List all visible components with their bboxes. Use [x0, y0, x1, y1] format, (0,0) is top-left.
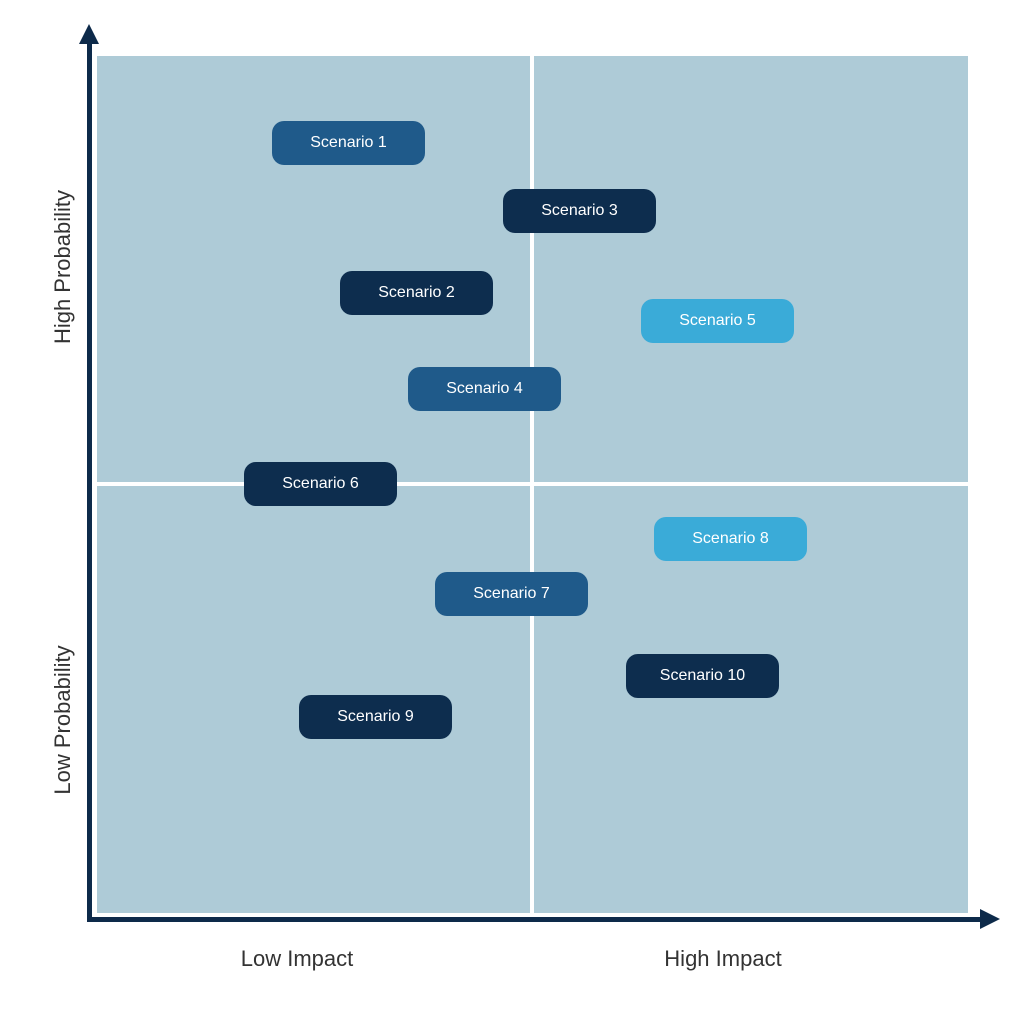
quadrant-high-probability-high-impact: [534, 56, 968, 482]
x-axis-arrow-icon: [980, 909, 1000, 929]
scenario-5-chip[interactable]: Scenario 5: [641, 299, 794, 343]
scenario-1-chip[interactable]: Scenario 1: [272, 121, 425, 165]
scenario-4-chip[interactable]: Scenario 4: [408, 367, 561, 411]
y-label-low-probability: Low Probability: [50, 645, 75, 795]
quadrant-high-probability-low-impact: [97, 56, 530, 482]
scenario-6-chip[interactable]: Scenario 6: [244, 462, 397, 506]
x-label-low-impact: Low Impact: [240, 946, 354, 971]
y-axis-arrow-icon: [79, 24, 99, 44]
scenario-8-chip[interactable]: Scenario 8: [654, 517, 807, 561]
scenario-2-chip[interactable]: Scenario 2: [340, 271, 493, 315]
scenario-10-chip[interactable]: Scenario 10: [626, 654, 779, 698]
x-label-high-impact: High Impact: [664, 946, 782, 971]
y-label-high-probability: High Probability: [50, 189, 75, 345]
y-axis: [87, 36, 92, 922]
scenario-9-chip[interactable]: Scenario 9: [299, 695, 452, 739]
x-axis: [87, 917, 987, 922]
scenario-7-chip[interactable]: Scenario 7: [435, 572, 588, 616]
scenario-3-chip[interactable]: Scenario 3: [503, 189, 656, 233]
